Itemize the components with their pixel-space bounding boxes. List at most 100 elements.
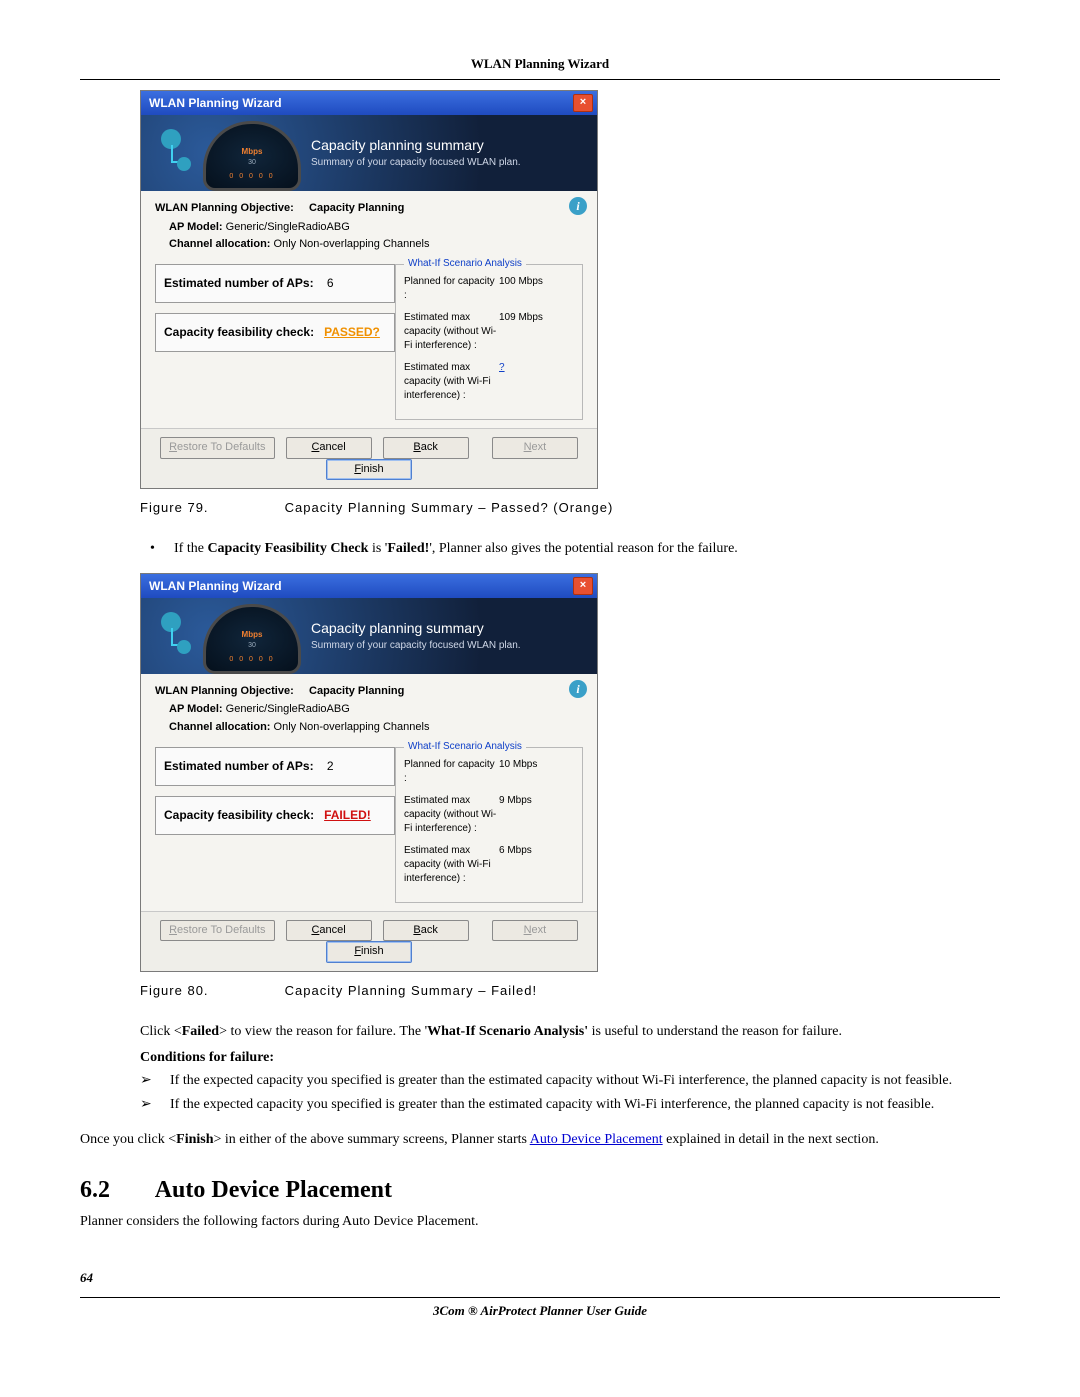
estimated-label: Estimated number of APs: xyxy=(164,759,314,773)
estmax-no-label: Estimated max capacity (without Wi-Fi in… xyxy=(404,311,499,353)
feasibility-label: Capacity feasibility check: xyxy=(164,325,314,339)
banner-title: Capacity planning summary xyxy=(311,619,521,639)
list-item: ➢ If the expected capacity you specified… xyxy=(140,1071,1000,1091)
estmax-with-label: Estimated max capacity (with Wi-Fi inter… xyxy=(404,361,499,403)
whatif-row: Estimated max capacity (with Wi-Fi inter… xyxy=(404,361,574,403)
figure-number: Figure 80. xyxy=(140,982,280,1000)
left-column: Estimated number of APs: 6 Capacity feas… xyxy=(155,264,395,362)
text: > in either of the above summary screens… xyxy=(214,1132,530,1147)
arrow-icon: ➢ xyxy=(140,1095,170,1115)
gauge-odometer: 0 0 0 0 0 xyxy=(206,172,298,182)
estmax-with-value[interactable]: ? xyxy=(499,361,505,403)
banner-title: Capacity planning summary xyxy=(311,136,521,156)
running-header: WLAN Planning Wizard xyxy=(80,55,1000,73)
cancel-button[interactable]: Cancel xyxy=(286,437,372,458)
banner-graphic: Mbps 30 0 0 0 0 0 xyxy=(141,598,311,674)
estimated-aps-box: Estimated number of APs: 6 xyxy=(155,264,395,303)
cancel-button[interactable]: Cancel xyxy=(286,920,372,941)
bullet-list: • If the Capacity Feasibility Check is '… xyxy=(150,539,1000,559)
gauge-icon: Mbps 30 0 0 0 0 0 xyxy=(203,604,301,674)
objective-value: Capacity Planning xyxy=(309,685,404,697)
conditions-heading: Conditions for failure: xyxy=(140,1050,274,1065)
planned-label: Planned for capacity : xyxy=(404,758,499,786)
wizard-window-passed: WLAN Planning Wizard × Mbps 30 0 0 0 0 0… xyxy=(140,90,598,489)
text-bold: Capacity Feasibility Check xyxy=(207,541,368,556)
header-rule xyxy=(80,79,1000,80)
wizard-window-failed: WLAN Planning Wizard × Mbps 30 0 0 0 0 0… xyxy=(140,573,598,972)
text: explained in detail in the next section. xyxy=(663,1132,879,1147)
banner-title-block: Capacity planning summary Summary of you… xyxy=(311,136,521,170)
planned-value: 100 Mbps xyxy=(499,275,543,303)
apmodel-value: Generic/SingleRadioABG xyxy=(226,221,350,233)
banner-subtitle: Summary of your capacity focused WLAN pl… xyxy=(311,639,521,653)
back-button[interactable]: Back xyxy=(383,920,469,941)
text-bold: Finish xyxy=(176,1132,213,1147)
content-row: Estimated number of APs: 6 Capacity feas… xyxy=(155,264,583,420)
page: WLAN Planning Wizard WLAN Planning Wizar… xyxy=(0,0,1080,1361)
estimated-aps-box: Estimated number of APs: 2 xyxy=(155,747,395,786)
objective-label: WLAN Planning Objective: xyxy=(155,202,294,214)
gauge-label: Mbps xyxy=(206,629,298,640)
back-button[interactable]: Back xyxy=(383,437,469,458)
whatif-row: Planned for capacity : 10 Mbps xyxy=(404,758,574,786)
section-heading: 6.2 Auto Device Placement xyxy=(80,1174,1000,1208)
right-column: What-If Scenario Analysis Planned for ca… xyxy=(395,264,583,420)
list-item: • If the Capacity Feasibility Check is '… xyxy=(150,539,1000,559)
finish-button[interactable]: Finish xyxy=(326,459,412,480)
whatif-legend: What-If Scenario Analysis xyxy=(404,740,526,754)
estmax-no-value: 109 Mbps xyxy=(499,311,543,353)
gauge-odometer: 0 0 0 0 0 xyxy=(206,655,298,665)
auto-device-placement-link[interactable]: Auto Device Placement xyxy=(530,1132,663,1147)
banner-graphic: Mbps 30 0 0 0 0 0 xyxy=(141,115,311,191)
next-button: Next xyxy=(492,437,578,458)
channel-label: Channel allocation: xyxy=(169,238,270,250)
text: Click < xyxy=(140,1024,182,1039)
feasibility-value[interactable]: FAILED! xyxy=(324,808,371,822)
whatif-row: Estimated max capacity (without Wi-Fi in… xyxy=(404,311,574,353)
left-column: Estimated number of APs: 2 Capacity feas… xyxy=(155,747,395,845)
whatif-group: What-If Scenario Analysis Planned for ca… xyxy=(395,264,583,420)
text: ', Planner also gives the potential reas… xyxy=(429,541,737,556)
estimated-value: 2 xyxy=(327,759,334,773)
feasibility-label: Capacity feasibility check: xyxy=(164,808,314,822)
info-icon[interactable]: i xyxy=(569,197,587,215)
next-button: Next xyxy=(492,920,578,941)
restore-button: Restore To Defaults xyxy=(160,920,274,941)
planned-value: 10 Mbps xyxy=(499,758,537,786)
wizard-body: i WLAN Planning Objective: Capacity Plan… xyxy=(141,191,597,428)
close-icon[interactable]: × xyxy=(573,94,593,112)
page-number: 64 xyxy=(80,1269,1000,1287)
node-icon xyxy=(177,157,191,171)
channel-line: Channel allocation: Only Non-overlapping… xyxy=(169,237,583,252)
apmodel-value: Generic/SingleRadioABG xyxy=(226,703,350,715)
window-title: WLAN Planning Wizard xyxy=(149,578,282,595)
figure-79: WLAN Planning Wizard × Mbps 30 0 0 0 0 0… xyxy=(140,90,1000,489)
estmax-no-value: 9 Mbps xyxy=(499,794,532,836)
info-icon[interactable]: i xyxy=(569,680,587,698)
apmodel-label: AP Model: xyxy=(169,221,223,233)
node-icon xyxy=(177,640,191,654)
section-title-text: Auto Device Placement xyxy=(155,1177,392,1203)
restore-button: Restore To Defaults xyxy=(160,437,274,458)
figure-79-caption: Figure 79. Capacity Planning Summary – P… xyxy=(140,499,1000,517)
close-icon[interactable]: × xyxy=(573,577,593,595)
whatif-legend: What-If Scenario Analysis xyxy=(404,257,526,271)
objective-label: WLAN Planning Objective: xyxy=(155,685,294,697)
banner: Mbps 30 0 0 0 0 0 Capacity planning summ… xyxy=(141,598,597,674)
finish-button[interactable]: Finish xyxy=(326,941,412,962)
gauge-label: Mbps xyxy=(206,146,298,157)
figure-title: Capacity Planning Summary – Failed! xyxy=(285,983,538,998)
channel-value: Only Non-overlapping Channels xyxy=(274,238,430,250)
text-bold: Failed! xyxy=(387,541,429,556)
apmodel-line: AP Model: Generic/SingleRadioABG xyxy=(169,220,583,235)
estmax-with-label: Estimated max capacity (with Wi-Fi inter… xyxy=(404,844,499,886)
objective-line: WLAN Planning Objective: Capacity Planni… xyxy=(155,684,583,699)
channel-value: Only Non-overlapping Channels xyxy=(274,721,430,733)
footer-text: 3Com ® AirProtect Planner User Guide xyxy=(80,1302,1000,1320)
bullet-text: If the Capacity Feasibility Check is 'Fa… xyxy=(174,539,1000,559)
feasibility-value[interactable]: PASSED? xyxy=(324,325,380,339)
estimated-label: Estimated number of APs: xyxy=(164,276,314,290)
banner-title-block: Capacity planning summary Summary of you… xyxy=(311,619,521,653)
section-number: 6.2 xyxy=(80,1174,150,1208)
whatif-group: What-If Scenario Analysis Planned for ca… xyxy=(395,747,583,903)
